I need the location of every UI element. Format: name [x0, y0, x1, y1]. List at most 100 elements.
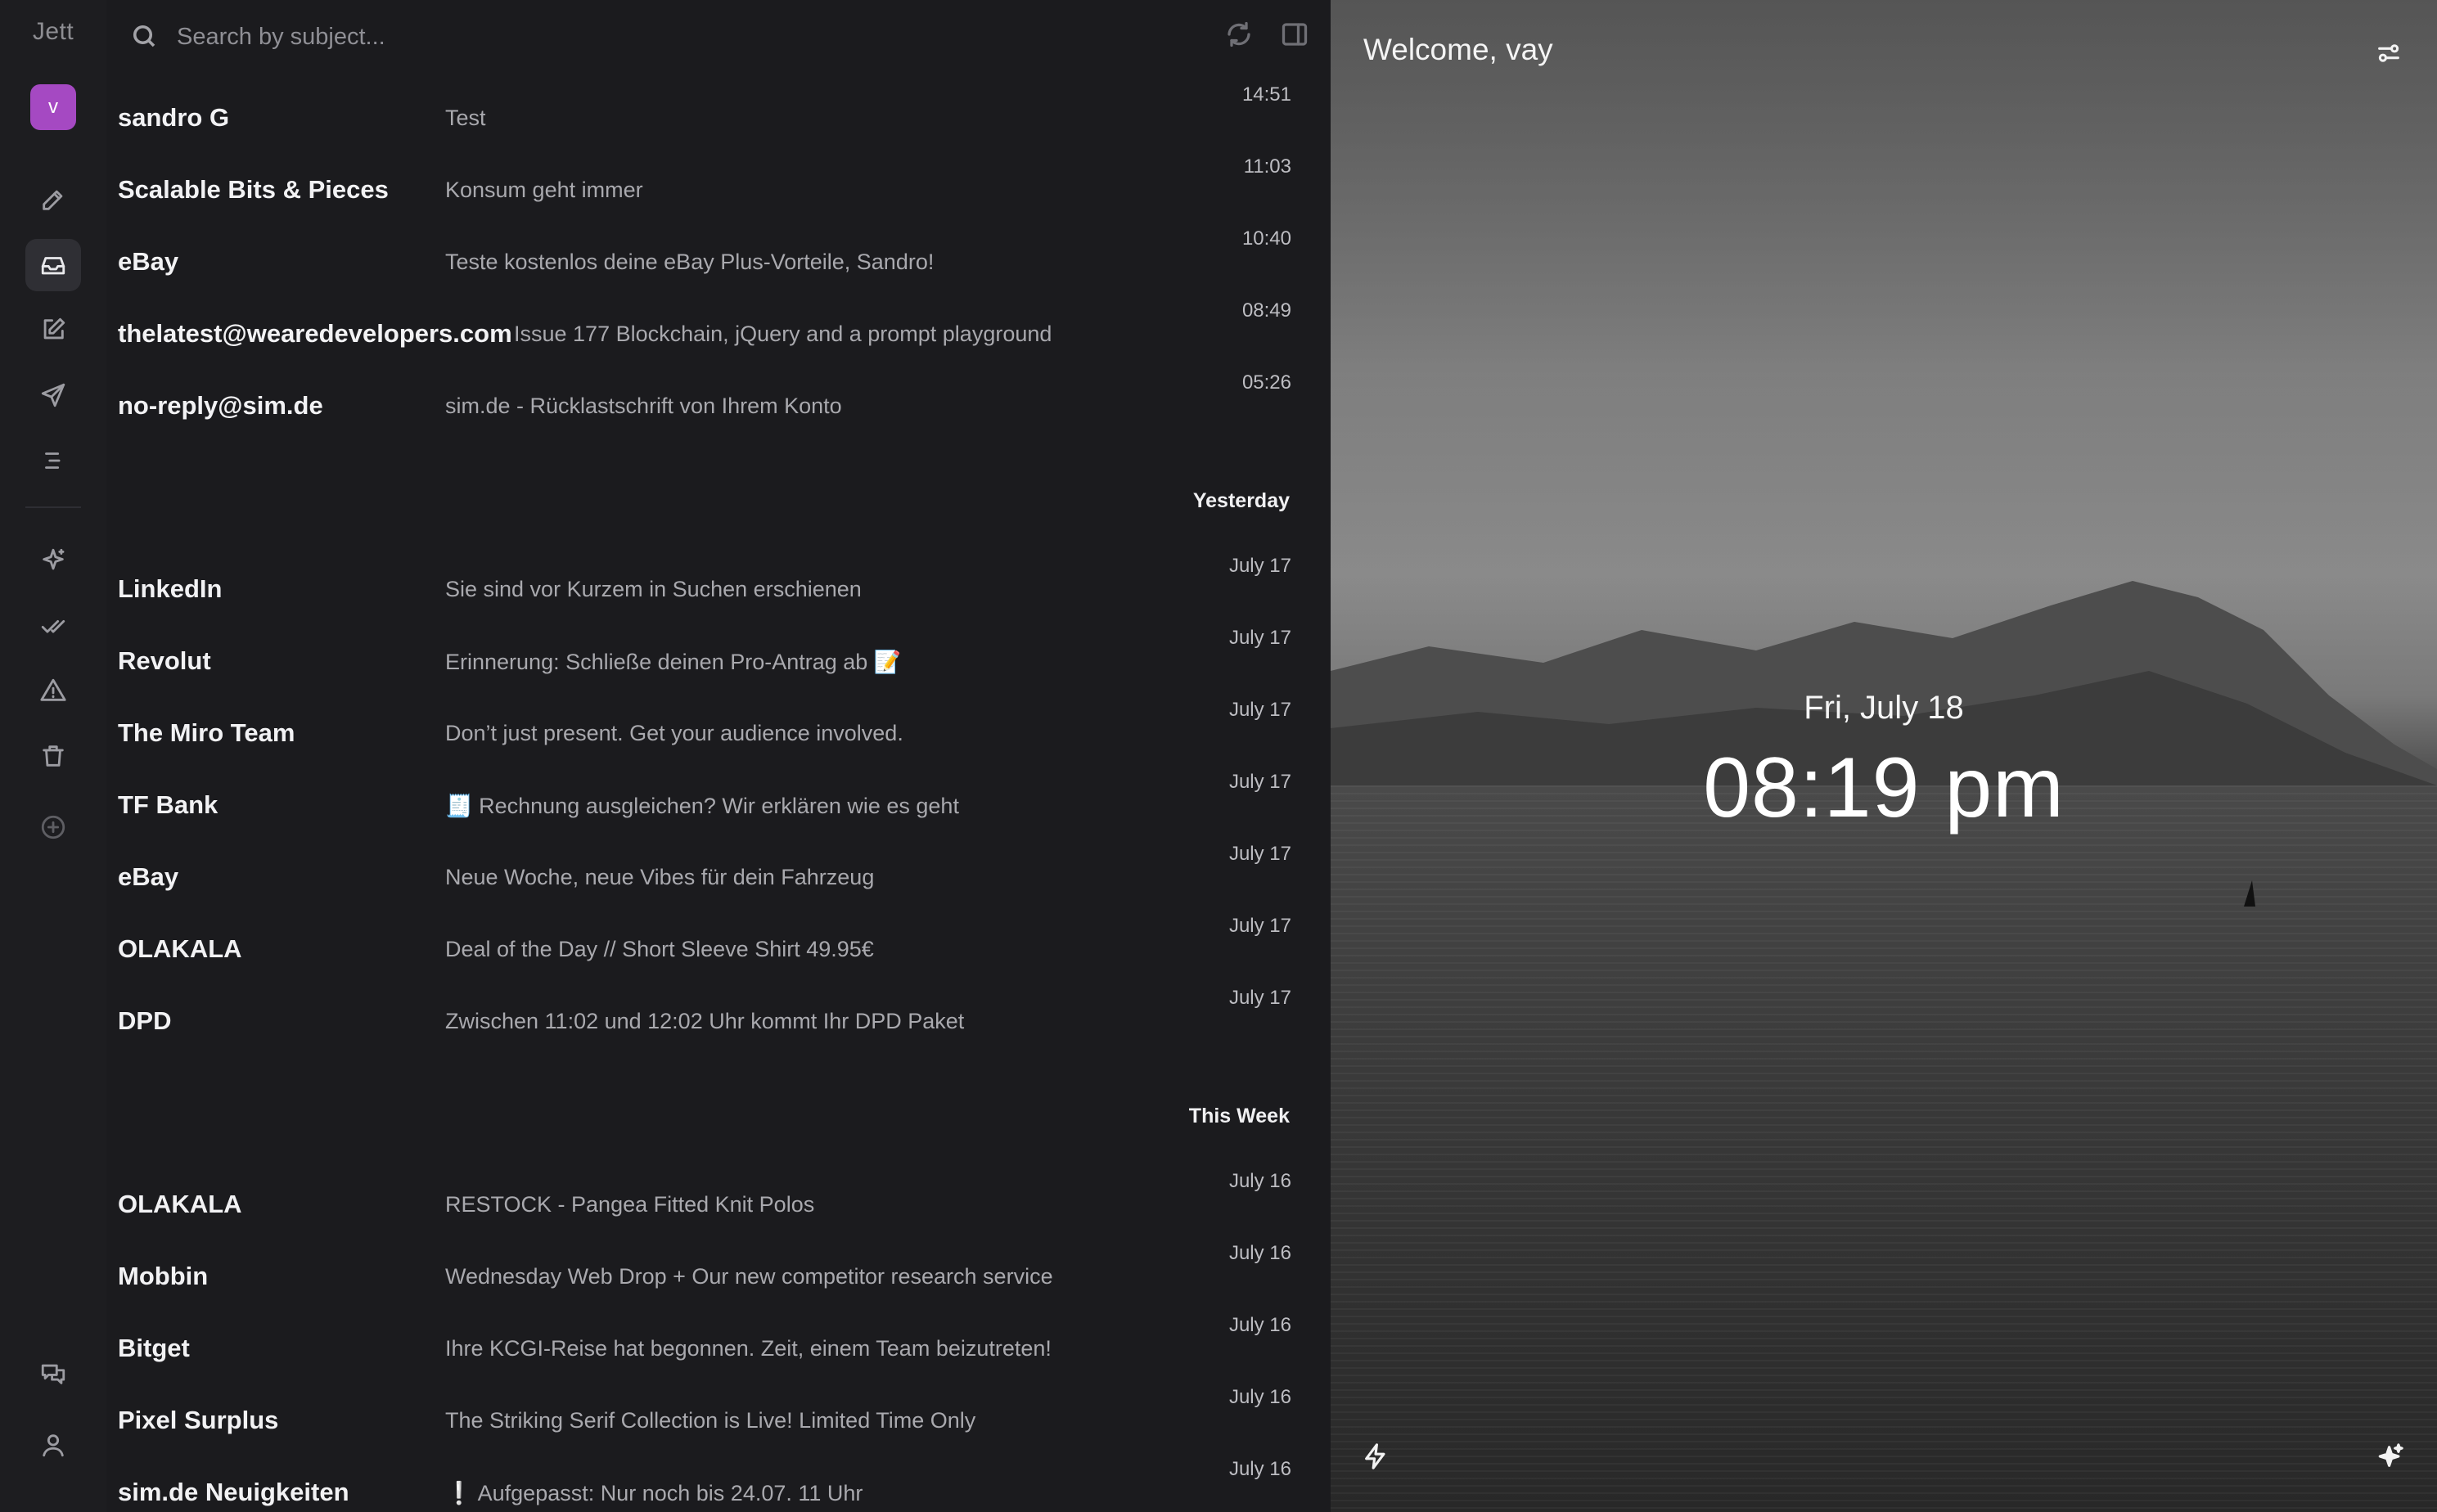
nav-rail: Jett v: [0, 0, 106, 1512]
sender: Revolut: [118, 646, 211, 675]
list-item[interactable]: Revolut Erinnerung: Schließe deinen Pro-…: [106, 627, 1331, 699]
lightning-icon: [1365, 1443, 1385, 1469]
list-item[interactable]: LinkedIn Sie sind vor Kurzem in Suchen e…: [106, 555, 1331, 627]
background-water-image: [1331, 785, 2437, 1512]
list-item[interactable]: eBay Teste kostenlos deine eBay Plus-Vor…: [106, 227, 1331, 299]
timestamp: July 16: [1228, 1314, 1291, 1336]
sender: LinkedIn: [118, 574, 223, 603]
sender: Pixel Surplus: [118, 1406, 279, 1434]
search-input[interactable]: [175, 16, 1160, 57]
search-icon: [129, 21, 159, 51]
plus-circle-icon: [41, 815, 65, 839]
sender: DPD: [118, 1006, 172, 1035]
subject: Don’t just present. Get your audience in…: [445, 721, 903, 745]
list-item[interactable]: TF Bank 🧾 Rechnung ausgleichen? Wir erkl…: [106, 771, 1331, 843]
sender: sim.de Neuigkeiten: [118, 1478, 349, 1506]
welcome-greeting: Welcome, vay: [1363, 33, 1553, 66]
edit-square-icon: [43, 317, 65, 340]
list-item[interactable]: Mobbin Wednesday Web Drop + Our new comp…: [106, 1242, 1331, 1314]
nav-profile[interactable]: [25, 1419, 81, 1471]
quick-actions-button[interactable]: [1362, 1442, 1391, 1472]
timestamp: July 17: [1228, 627, 1291, 649]
refresh-button[interactable]: [1224, 20, 1257, 52]
user-icon: [43, 1434, 64, 1457]
app-logo: Jett: [32, 18, 74, 45]
sender: Scalable Bits & Pieces: [118, 175, 389, 204]
subject: Ihre KCGI-Reise hat begonnen. Zeit, eine…: [445, 1336, 1052, 1361]
list-item[interactable]: eBay Neue Woche, neue Vibes für dein Fah…: [106, 843, 1331, 915]
nav-done[interactable]: [25, 600, 81, 652]
inbox-icon: [41, 257, 65, 275]
subject: Konsum geht immer: [445, 178, 643, 202]
welcome-panel: Welcome, vay Fri, July 18 08:19 pm: [1331, 0, 2437, 1512]
nav-inbox[interactable]: [25, 239, 81, 291]
send-icon: [41, 383, 65, 407]
timestamp: July 16: [1228, 1458, 1291, 1480]
subject: Sie sind vor Kurzem in Suchen erschienen: [445, 577, 862, 601]
add-account-button[interactable]: [25, 801, 81, 853]
list-item[interactable]: The Miro Team Don’t just present. Get yo…: [106, 699, 1331, 771]
search-bar: [106, 0, 1331, 74]
timestamp: July 16: [1228, 1242, 1291, 1264]
current-date: Fri, July 18: [1804, 690, 1964, 726]
current-time: 08:19 pm: [1703, 740, 2065, 835]
settings-button[interactable]: [2375, 39, 2404, 69]
timestamp: 11:03: [1243, 155, 1291, 178]
sender: eBay: [118, 247, 179, 276]
subject: Issue 177 Blockchain, jQuery and a promp…: [514, 322, 1052, 346]
subject: Neue Woche, neue Vibes für dein Fahrzeug: [445, 865, 875, 889]
nav-ai[interactable]: [25, 534, 81, 587]
subject: Erinnerung: Schließe deinen Pro-Antrag a…: [445, 650, 902, 674]
pencil-icon: [43, 190, 63, 210]
timestamp: July 16: [1228, 1386, 1291, 1408]
orca-fin-image: [2244, 880, 2255, 907]
double-check-icon: [41, 619, 65, 633]
nav-spam[interactable]: [25, 664, 81, 717]
nav-chat[interactable]: [25, 1348, 81, 1400]
timestamp: July 17: [1228, 699, 1291, 721]
nav-sent[interactable]: [25, 369, 81, 421]
compose-button[interactable]: [25, 173, 81, 226]
warning-icon: [40, 678, 66, 701]
refresh-icon: [1228, 21, 1250, 47]
list-item[interactable]: Bitget Ihre KCGI-Reise hat begonnen. Zei…: [106, 1314, 1331, 1386]
nav-drafts[interactable]: [25, 304, 81, 356]
list-item[interactable]: OLAKALA Deal of the Day // Short Sleeve …: [106, 915, 1331, 987]
sender: Bitget: [118, 1334, 190, 1362]
sidebar-panel-icon: [1282, 23, 1308, 46]
timestamp: July 17: [1228, 771, 1291, 793]
subject: Wednesday Web Drop + Our new competitor …: [445, 1264, 1053, 1289]
trash-icon: [43, 745, 64, 767]
account-avatar[interactable]: v: [30, 84, 76, 130]
message-list-pane: sandro G Test 14:51 Scalable Bits & Piec…: [106, 0, 1437, 1512]
list-item[interactable]: sim.de Neuigkeiten ❕ Aufgepasst: Nur noc…: [106, 1458, 1331, 1512]
list-item[interactable]: thelatest@wearedevelopers.com Issue 177 …: [106, 299, 1331, 371]
list-item[interactable]: OLAKALA RESTOCK - Pangea Fitted Knit Pol…: [106, 1170, 1331, 1242]
timestamp: July 17: [1228, 555, 1291, 577]
sender: OLAKALA: [118, 1190, 242, 1218]
toggle-panel-button[interactable]: [1280, 20, 1313, 52]
group-header-this-week: This Week: [1188, 1105, 1290, 1127]
sender: OLAKALA: [118, 934, 242, 963]
subject: 🧾 Rechnung ausgleichen? Wir erklären wie…: [445, 794, 959, 818]
list-item[interactable]: sandro G Test 14:51: [106, 83, 1331, 155]
sender: no-reply@sim.de: [118, 391, 323, 420]
sender: TF Bank: [118, 790, 218, 819]
list-item[interactable]: Pixel Surplus The Striking Serif Collect…: [106, 1386, 1331, 1458]
subject: sim.de - Rücklastschrift von Ihrem Konto: [445, 394, 842, 418]
nav-trash[interactable]: [25, 730, 81, 782]
group-header-yesterday: Yesterday: [1192, 489, 1290, 512]
subject: Zwischen 11:02 und 12:02 Uhr kommt Ihr D…: [445, 1009, 965, 1033]
list-item[interactable]: DPD Zwischen 11:02 und 12:02 Uhr kommt I…: [106, 987, 1331, 1059]
timestamp: July 17: [1228, 915, 1291, 937]
ai-assistant-button[interactable]: [2376, 1442, 2406, 1472]
subject: ❕ Aufgepasst: Nur noch bis 24.07. 11 Uhr: [445, 1481, 863, 1505]
subject: Test: [445, 106, 486, 130]
sender: thelatest@wearedevelopers.com: [118, 319, 512, 348]
subject: RESTOCK - Pangea Fitted Knit Polos: [445, 1192, 815, 1217]
list-item[interactable]: Scalable Bits & Pieces Konsum geht immer…: [106, 155, 1331, 227]
nav-threads[interactable]: [25, 434, 81, 487]
subject: The Striking Serif Collection is Live! L…: [445, 1408, 976, 1433]
list-item[interactable]: no-reply@sim.de sim.de - Rücklastschrift…: [106, 371, 1331, 443]
chat-bubbles-icon: [41, 1364, 65, 1384]
